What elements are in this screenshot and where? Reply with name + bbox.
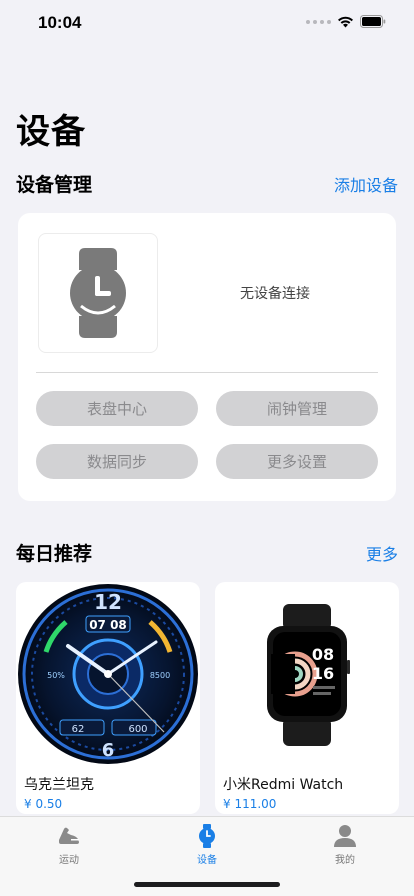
watch-screen-hour: 08 [312,645,334,664]
page-title: 设备 [16,112,86,152]
data-sync-button[interactable]: 数据同步 [36,444,198,479]
device-card: 无设备连接 表盘中心 闹钟管理 数据同步 更多设置 [18,213,396,501]
divider [36,372,378,373]
face-left-label: 50% [47,671,65,680]
tab-sport[interactable]: 运动 [39,823,99,866]
face-steps-label: 62 [72,724,85,735]
recommendation-card[interactable]: 08 16 小米Redmi Watch ¥ 111.00 [215,582,399,814]
status-time: 10:04 [38,13,82,32]
alarm-management-button[interactable]: 闹钟管理 [216,391,378,426]
tab-device-label: 设备 [197,855,217,866]
face-right-label: 8500 [150,671,170,680]
tab-me-label: 我的 [335,855,355,866]
device-section-title: 设备管理 [16,174,93,196]
battery-icon [360,15,386,28]
recommendation-name: 乌克兰坦克 [24,777,94,793]
daily-section-header: 每日推荐 更多 [16,539,398,566]
watch-screen-minute: 16 [312,664,334,683]
device-thumbnail [38,233,158,353]
signal-icon [306,19,331,24]
tab-me[interactable]: 我的 [315,823,375,866]
face-time-label: 07 08 [89,618,127,632]
watchface-preview-image: 12 07 08 50% 8500 62 600 6 [16,582,200,766]
tab-sport-label: 运动 [59,855,79,866]
recommendation-price: ¥ 0.50 [24,797,63,811]
watch-icon [199,824,215,848]
person-icon [334,825,356,847]
shoe-icon [59,827,79,844]
home-indicator [134,882,280,887]
recommendation-card[interactable]: 12 07 08 50% 8500 62 600 6 乌克兰坦克 ¥ 0.50 [16,582,200,814]
recommendation-price: ¥ 111.00 [223,797,277,811]
face-calories-label: 600 [128,724,147,735]
wifi-icon [338,16,353,27]
face-bottom-label: 6 [102,740,115,761]
more-button[interactable]: 更多 [366,541,398,565]
daily-section-title: 每日推荐 [16,543,93,565]
device-section-header: 设备管理 添加设备 [16,170,398,197]
more-settings-button[interactable]: 更多设置 [216,444,378,479]
recommendation-name: 小米Redmi Watch [223,777,344,793]
add-device-button[interactable]: 添加设备 [334,172,398,196]
watch-icon [70,248,126,338]
status-bar: 10:04 [0,0,414,44]
no-device-text: 无设备连接 [240,286,310,302]
status-icons [306,15,386,28]
face-hour-label: 12 [94,590,122,614]
watchface-center-button[interactable]: 表盘中心 [36,391,198,426]
tab-device[interactable]: 设备 [177,823,237,866]
watch-product-image: 08 16 [215,582,399,766]
